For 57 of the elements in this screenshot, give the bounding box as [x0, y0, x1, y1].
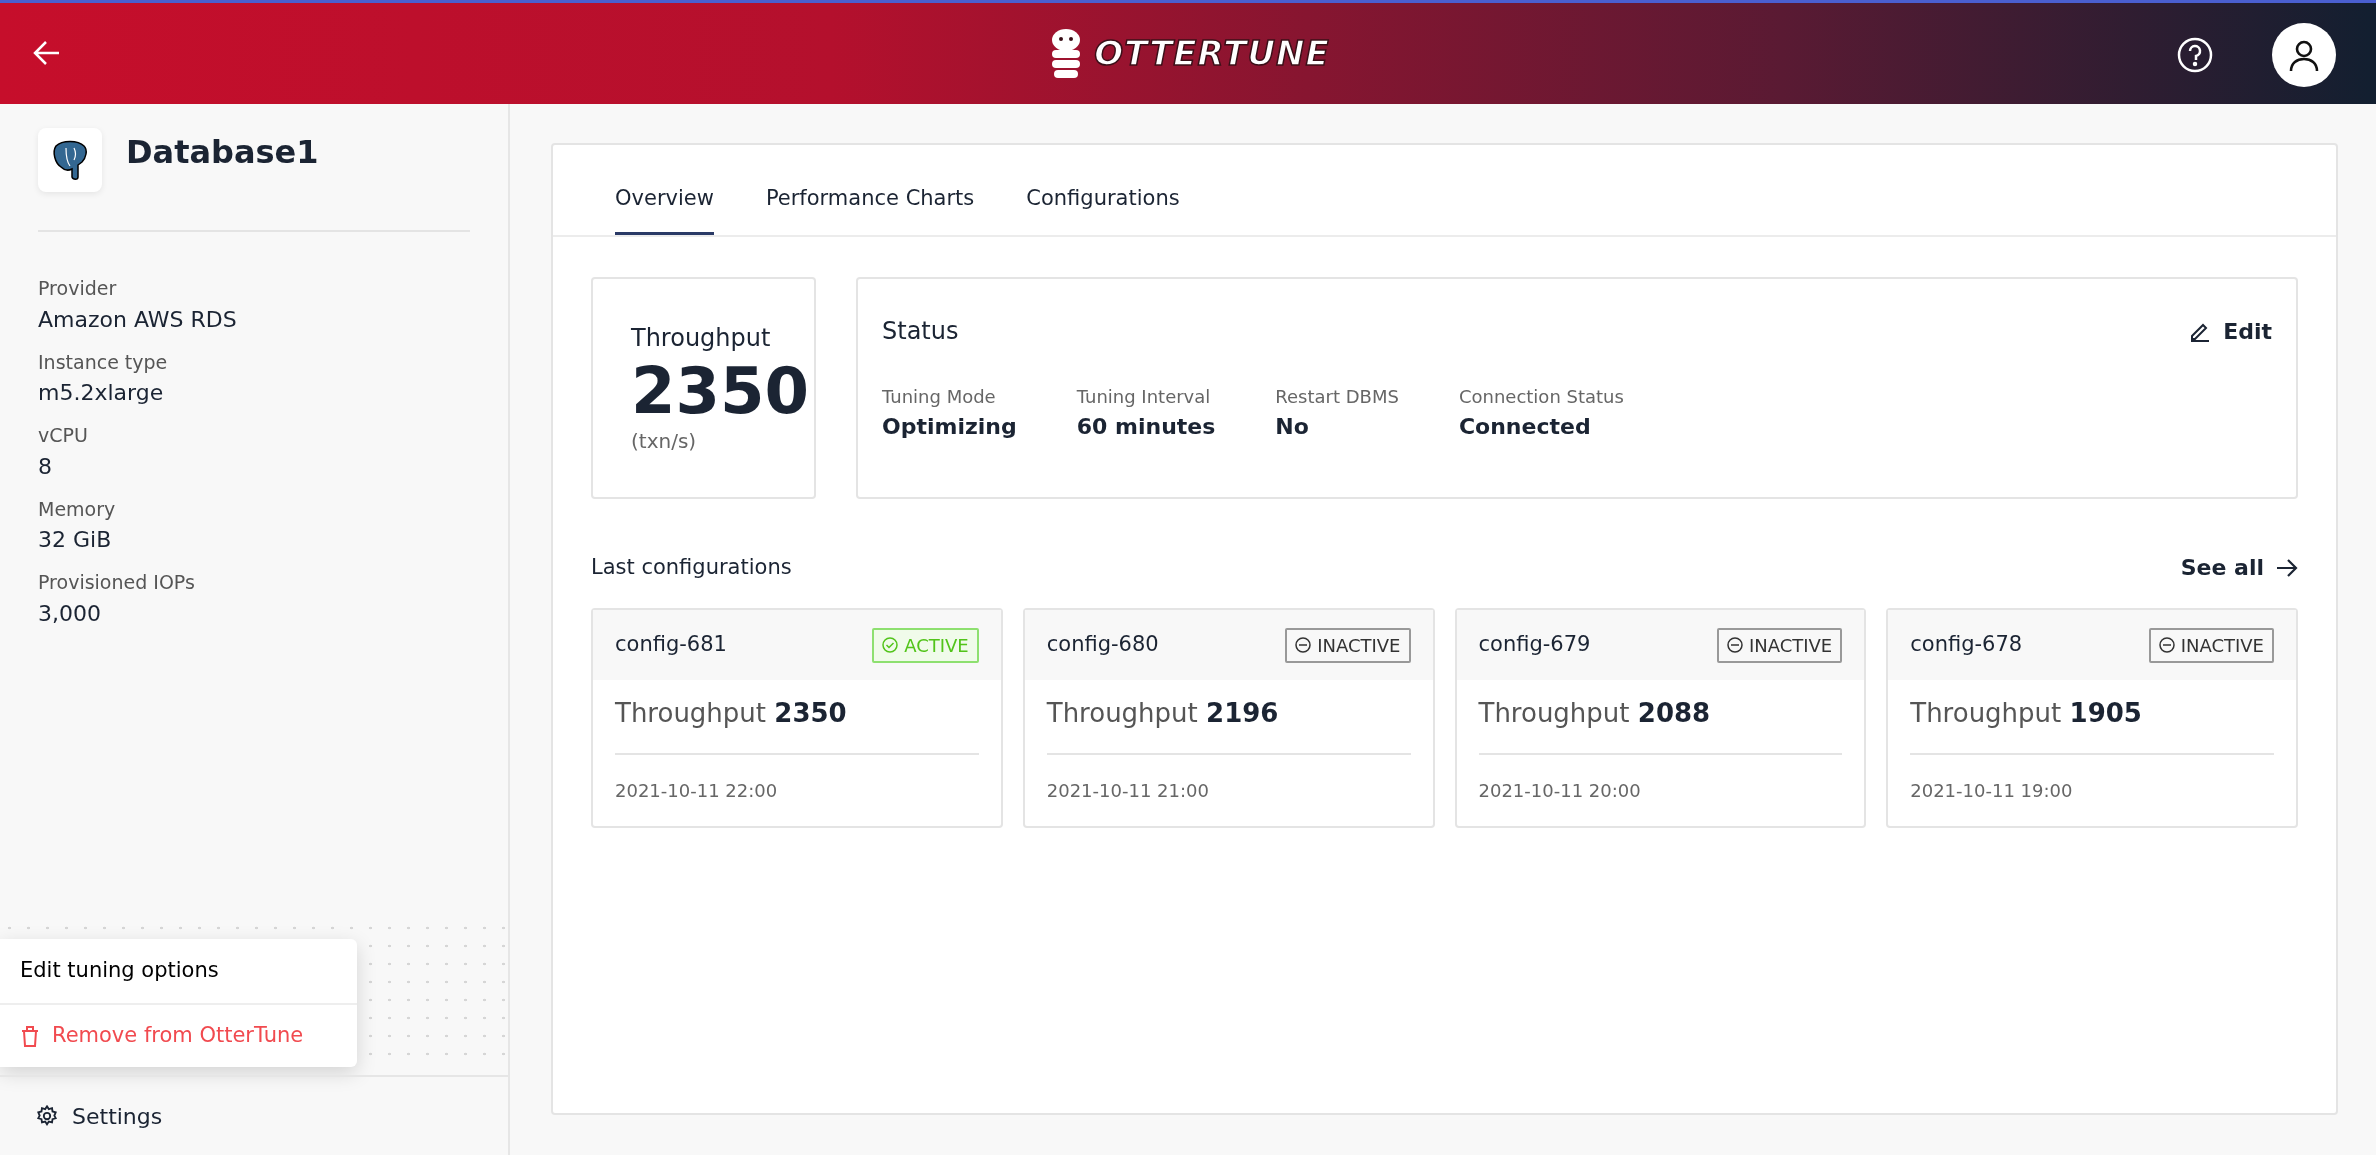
property-label: Provider	[38, 276, 118, 301]
config-throughput: Throughput 2350	[615, 694, 979, 755]
tab[interactable]: Overview	[615, 182, 714, 235]
status-value: Optimizing	[882, 413, 1017, 441]
throughput-unit: (txn/s)	[631, 428, 698, 456]
status-badge: INACTIVE	[1716, 627, 1843, 663]
property-value: m5.2xlarge	[38, 379, 165, 407]
property-label: Instance type	[38, 349, 169, 375]
property-value: 8	[38, 452, 53, 481]
config-name: config-680	[1046, 631, 1159, 659]
config-time: 2021-10-11 20:00	[1478, 779, 1642, 803]
menu-item[interactable]: Remove from OtterTune	[0, 1003, 357, 1067]
trash-icon	[20, 1025, 40, 1047]
help-icon[interactable]	[2176, 36, 2214, 74]
config-name: config-681	[615, 631, 727, 659]
minus-circle-icon	[1726, 637, 1743, 653]
section-title: Last configurations	[591, 553, 792, 581]
tab[interactable]: Performance Charts	[765, 182, 975, 235]
menu-item[interactable]: Edit tuning options	[0, 939, 357, 1003]
tab[interactable]: Configurations	[1026, 182, 1180, 235]
throughput-title: Throughput	[631, 322, 772, 354]
status-label: Restart DBMS	[1275, 385, 1399, 409]
minus-circle-icon	[1295, 637, 1312, 653]
config-name: config-678	[1910, 631, 2023, 659]
config-throughput: Throughput 2196	[1046, 694, 1411, 755]
status-label: Tuning Interval	[1076, 385, 1212, 409]
config-name: config-679	[1478, 631, 1591, 659]
config-throughput: Throughput 2088	[1478, 694, 1843, 755]
edit-button[interactable]: Edit	[2189, 314, 2272, 348]
property-label: Memory	[38, 496, 117, 522]
property-value: Amazon AWS RDS	[38, 305, 238, 334]
logo-text: OTTERTUNE	[1094, 32, 1330, 75]
config-time: 2021-10-11 19:00	[1910, 779, 2074, 803]
status-badge: INACTIVE	[2148, 627, 2274, 663]
status-label: Tuning Mode	[882, 385, 997, 409]
database-name: Database1	[126, 132, 319, 173]
config-time: 2021-10-11 22:00	[615, 779, 779, 803]
status-label: Connection Status	[1458, 385, 1624, 409]
settings-button[interactable]: Settings	[36, 1099, 163, 1133]
arrow-right-icon	[2276, 557, 2298, 578]
config-throughput: Throughput 1905	[1910, 694, 2274, 755]
see-all-link[interactable]: See all	[2180, 551, 2298, 584]
property-label: Provisioned IOPs	[38, 570, 196, 595]
status-title: Status	[882, 316, 959, 347]
status-badge: INACTIVE	[1285, 627, 1411, 663]
throughput-value: 2350	[631, 355, 811, 427]
status-value: Connected	[1458, 413, 1592, 441]
config-time: 2021-10-11 21:00	[1046, 779, 1210, 803]
property-value: 32 GiB	[38, 526, 113, 554]
status-badge: ACTIVE	[872, 627, 979, 663]
settings-icon	[36, 1105, 58, 1127]
status-value: No	[1275, 413, 1310, 441]
property-value: 3,000	[38, 599, 102, 628]
status-value: 60 minutes	[1076, 413, 1216, 441]
property-label: vCPU	[38, 423, 89, 448]
check-circle-icon	[882, 637, 899, 653]
minus-circle-icon	[2158, 637, 2175, 653]
